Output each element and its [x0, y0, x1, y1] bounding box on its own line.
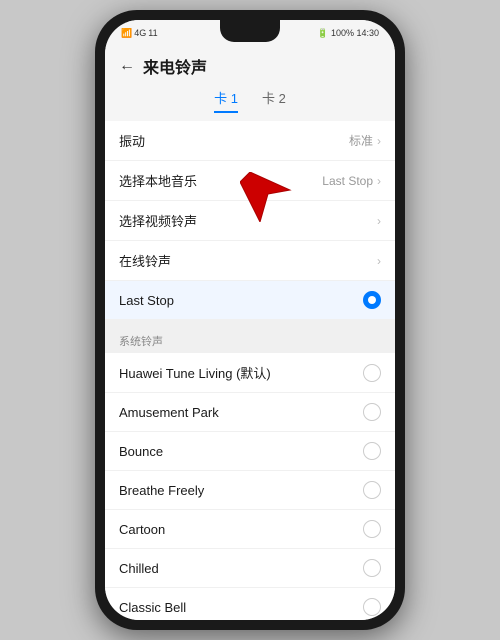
list-item[interactable]: Breathe Freely	[105, 471, 395, 510]
last-stop-row[interactable]: Last Stop	[105, 281, 395, 319]
list-item[interactable]: Chilled	[105, 549, 395, 588]
list-item[interactable]: Amusement Park	[105, 393, 395, 432]
chevron-icon-2: ›	[377, 174, 381, 188]
status-right: 🔋 100% 14:30	[317, 28, 379, 39]
battery-percent-left: 11	[148, 28, 157, 38]
vibration-row[interactable]: 振动 标准 ›	[105, 121, 395, 161]
chevron-icon-4: ›	[377, 254, 381, 268]
ringtone-radio	[363, 442, 381, 460]
online-ringtone-row[interactable]: 在线铃声 ›	[105, 241, 395, 281]
page-title: 来电铃声	[143, 54, 207, 78]
tab-card1[interactable]: 卡 1	[214, 88, 238, 113]
ringtone-label: Chilled	[119, 561, 159, 576]
last-stop-label: Last Stop	[119, 293, 174, 308]
video-ringtone-row[interactable]: 选择视频铃声 ›	[105, 201, 395, 241]
video-ringtone-right: ›	[377, 214, 381, 228]
ringtone-label: Bounce	[119, 444, 163, 459]
ringtone-radio	[363, 598, 381, 616]
local-music-value: Last Stop	[322, 174, 373, 188]
ringtone-radio	[363, 364, 381, 382]
list-item[interactable]: Cartoon	[105, 510, 395, 549]
ringtone-radio	[363, 403, 381, 421]
local-music-label: 选择本地音乐	[119, 171, 197, 190]
online-ringtone-label: 在线铃声	[119, 251, 171, 270]
signal-icon: 📶	[121, 28, 132, 39]
ringtone-label: Classic Bell	[119, 600, 186, 615]
list-item[interactable]: Bounce	[105, 432, 395, 471]
tab-bar: 卡 1 卡 2	[105, 84, 395, 121]
local-music-row[interactable]: 选择本地音乐 Last Stop ›	[105, 161, 395, 201]
last-stop-radio	[363, 291, 381, 309]
ringtone-radio	[363, 481, 381, 499]
online-ringtone-right: ›	[377, 254, 381, 268]
header: ← 来电铃声	[105, 46, 395, 84]
ringtone-radio	[363, 559, 381, 577]
chevron-icon: ›	[377, 134, 381, 148]
ringtone-label: Amusement Park	[119, 405, 219, 420]
ringtone-radio	[363, 520, 381, 538]
system-ringtones-label: 系统铃声	[105, 325, 395, 353]
time-display: 🔋 100% 14:30	[317, 28, 379, 39]
chevron-icon-3: ›	[377, 214, 381, 228]
scroll-area[interactable]: 振动 标准 › 选择本地音乐 Last Stop › 选择视频铃声	[105, 121, 395, 620]
vibration-label: 振动	[119, 131, 145, 150]
local-music-right: Last Stop ›	[322, 174, 381, 188]
phone-frame: 📶 4G 11 🔋 100% 14:30 ← 来电铃声 卡 1 卡 2	[95, 10, 405, 630]
video-ringtone-label: 选择视频铃声	[119, 211, 197, 230]
back-button[interactable]: ←	[119, 57, 135, 75]
list-item[interactable]: Huawei Tune Living (默认)	[105, 353, 395, 393]
ringtone-label: Breathe Freely	[119, 483, 204, 498]
ringtones-group: Huawei Tune Living (默认) Amusement Park B…	[105, 353, 395, 620]
vibration-value: 标准	[349, 132, 373, 149]
settings-group: 振动 标准 › 选择本地音乐 Last Stop › 选择视频铃声	[105, 121, 395, 319]
notch	[220, 20, 280, 42]
ringtone-label: Cartoon	[119, 522, 165, 537]
list-item[interactable]: Classic Bell	[105, 588, 395, 620]
status-left: 📶 4G 11	[121, 28, 158, 39]
vibration-right: 标准 ›	[349, 132, 381, 149]
network-type: 4G	[134, 28, 146, 38]
phone-screen: 📶 4G 11 🔋 100% 14:30 ← 来电铃声 卡 1 卡 2	[105, 20, 395, 620]
ringtone-label: Huawei Tune Living (默认)	[119, 363, 271, 382]
tab-card2[interactable]: 卡 2	[262, 88, 286, 113]
